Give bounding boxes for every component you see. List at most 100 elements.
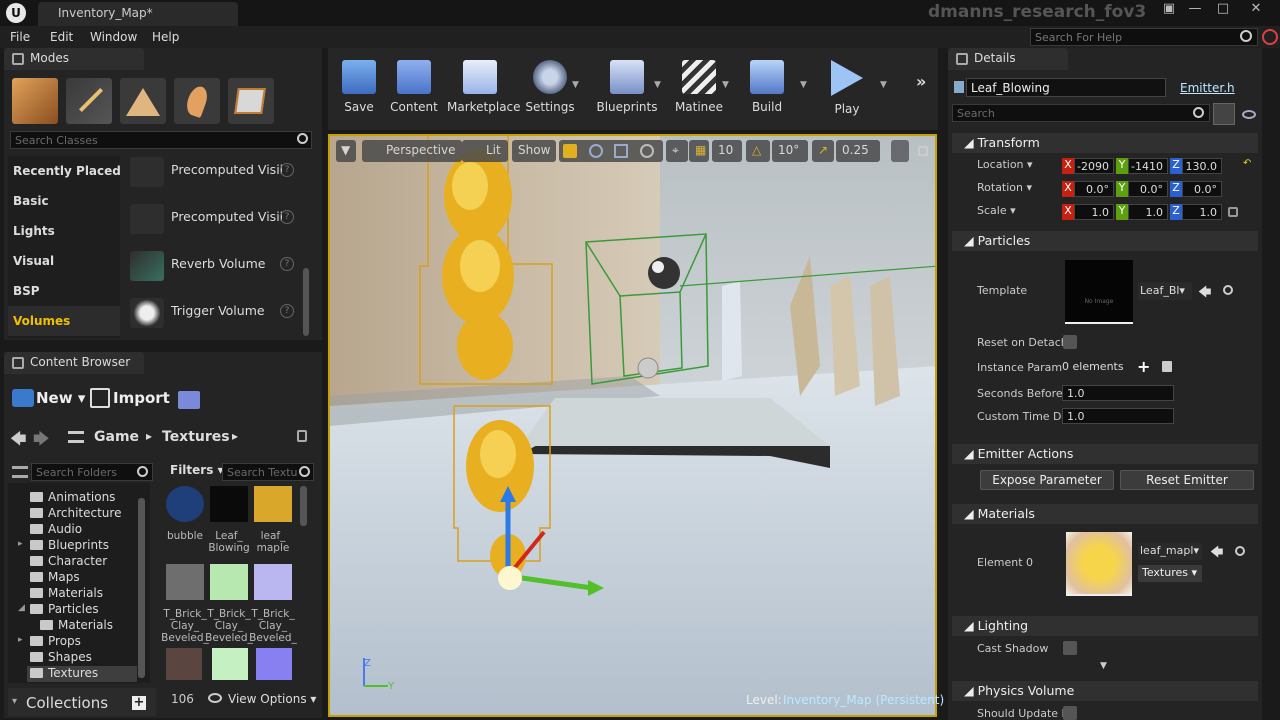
scale-y-field[interactable]: 1.0 bbox=[1128, 204, 1168, 220]
asset-scrollbar[interactable] bbox=[300, 486, 307, 526]
level-viewport[interactable]: Z Y bbox=[328, 134, 937, 717]
place-mode-button[interactable] bbox=[12, 78, 58, 124]
modes-scrollbar[interactable] bbox=[303, 268, 309, 336]
folder-scrollbar[interactable] bbox=[138, 498, 145, 678]
marketplace-button[interactable]: Marketplace bbox=[447, 58, 521, 118]
content-button[interactable]: Content bbox=[383, 58, 445, 118]
close-button[interactable]: ✕ bbox=[1245, 1, 1267, 19]
expand-arrow-icon[interactable]: ◢ bbox=[18, 603, 25, 613]
help-icon[interactable]: ? bbox=[280, 304, 294, 318]
folder-item[interactable]: Animations bbox=[30, 490, 115, 506]
folder-item[interactable]: Audio bbox=[30, 522, 82, 538]
location-x-field[interactable]: -2090 bbox=[1074, 158, 1114, 174]
add-element-button[interactable]: + bbox=[1137, 357, 1150, 376]
collapse-arrow-icon[interactable]: ▾ bbox=[12, 696, 17, 707]
folder-item[interactable]: Textures bbox=[30, 666, 98, 682]
blueprints-button[interactable]: Blueprints bbox=[594, 58, 660, 118]
location-label[interactable]: Location ▾ bbox=[977, 158, 1033, 171]
content-browser-tab[interactable]: Content Browser bbox=[4, 352, 144, 374]
asset-thumbnail[interactable] bbox=[254, 486, 292, 522]
category-bsp[interactable]: BSP bbox=[13, 284, 40, 298]
reset-emitter-button[interactable]: Reset Emitter bbox=[1120, 470, 1254, 490]
lock-icon[interactable] bbox=[297, 430, 307, 442]
folder-item[interactable]: Shapes bbox=[30, 650, 92, 666]
lit-button[interactable]: Lit bbox=[462, 140, 508, 162]
expand-arrow-icon[interactable]: ▸ bbox=[18, 539, 23, 549]
foliage-mode-button[interactable] bbox=[174, 78, 220, 124]
list-item[interactable]: Precomputed Visil? bbox=[130, 200, 310, 240]
textures-dropdown[interactable]: Textures ▾ bbox=[1138, 565, 1202, 582]
matinee-dropdown-icon[interactable]: ▼ bbox=[722, 80, 729, 90]
scale-snap-value[interactable]: 0.25 bbox=[836, 140, 880, 162]
world-space-icon[interactable] bbox=[640, 144, 654, 158]
emitter-actions-section[interactable]: ◢ Emitter Actions bbox=[952, 444, 1258, 464]
material-thumbnail[interactable] bbox=[1066, 532, 1132, 596]
template-thumbnail[interactable]: No Image bbox=[1065, 260, 1133, 324]
menu-file[interactable]: File bbox=[10, 30, 30, 44]
advanced-expand-icon[interactable]: ▼ bbox=[1100, 661, 1107, 671]
sources-panel-icon[interactable] bbox=[12, 466, 28, 478]
template-dropdown[interactable]: Leaf_Bl▾ bbox=[1138, 282, 1192, 300]
grid-snap-value[interactable]: 10 bbox=[712, 140, 742, 162]
viewport-options-button[interactable]: ▼ bbox=[336, 140, 356, 162]
use-selected-arrow-icon[interactable]: 🡄 bbox=[1210, 543, 1223, 565]
matinee-button[interactable]: Matinee bbox=[668, 58, 730, 118]
forward-arrow-icon[interactable]: 🡆 bbox=[33, 428, 50, 455]
perspective-button[interactable]: Perspective bbox=[362, 140, 462, 162]
folder-item[interactable]: Particles bbox=[30, 602, 99, 618]
show-button[interactable]: Show bbox=[512, 140, 557, 162]
translate-icon[interactable] bbox=[563, 144, 577, 158]
cast-shadow-checkbox[interactable] bbox=[1063, 641, 1077, 655]
trash-icon[interactable] bbox=[1162, 361, 1172, 372]
list-item[interactable]: Reverb Volume? bbox=[130, 247, 310, 287]
asset-thumbnail[interactable] bbox=[166, 486, 204, 522]
scale-icon[interactable] bbox=[614, 144, 628, 158]
play-dropdown-icon[interactable]: ▼ bbox=[880, 80, 887, 90]
category-lights[interactable]: Lights bbox=[13, 224, 55, 238]
folder-item[interactable]: Materials bbox=[30, 586, 103, 602]
folder-item[interactable]: Architecture bbox=[30, 506, 121, 522]
document-tab[interactable]: Inventory_Map* bbox=[38, 2, 238, 26]
breadcrumb-textures[interactable]: Textures bbox=[162, 429, 230, 445]
folder-item[interactable]: Character bbox=[30, 554, 107, 570]
save-button[interactable]: Save bbox=[328, 58, 390, 118]
menu-help[interactable]: Help bbox=[152, 30, 179, 44]
geometry-mode-button[interactable] bbox=[228, 78, 274, 124]
location-y-field[interactable]: -1410 bbox=[1128, 158, 1168, 174]
rotation-z-field[interactable]: 0.0° bbox=[1182, 181, 1222, 197]
browse-icon[interactable] bbox=[1235, 546, 1245, 556]
asset-thumbnail[interactable] bbox=[254, 564, 292, 600]
rotation-y-field[interactable]: 0.0° bbox=[1128, 181, 1168, 197]
search-icon[interactable] bbox=[1240, 30, 1252, 42]
settings-dropdown-icon[interactable]: ▼ bbox=[572, 80, 579, 90]
minimize-button[interactable]: — bbox=[1184, 1, 1206, 19]
scale-z-field[interactable]: 1.0 bbox=[1182, 204, 1222, 220]
expose-parameter-button[interactable]: Expose Parameter bbox=[980, 470, 1114, 490]
property-matrix-icon[interactable] bbox=[1213, 103, 1235, 125]
help-icon[interactable]: ? bbox=[280, 257, 294, 271]
category-recently-placed[interactable]: Recently Placed bbox=[13, 164, 121, 178]
menu-window[interactable]: Window bbox=[90, 30, 137, 44]
rotate-icon[interactable] bbox=[589, 144, 603, 158]
help-search-input[interactable]: Search For Help bbox=[1030, 28, 1258, 46]
particles-section[interactable]: ◢ Particles bbox=[952, 231, 1258, 251]
modes-tab[interactable]: Modes bbox=[4, 48, 144, 70]
folder-item[interactable]: Maps bbox=[30, 570, 80, 586]
asset-thumbnail[interactable] bbox=[210, 486, 248, 522]
lighting-section[interactable]: ◢ Lighting bbox=[952, 616, 1258, 636]
details-search-input[interactable]: Search bbox=[952, 104, 1210, 122]
asset-thumbnail[interactable] bbox=[166, 564, 204, 600]
eye-icon[interactable] bbox=[1242, 110, 1256, 119]
list-item[interactable]: Precomputed Visil? bbox=[130, 153, 310, 193]
filters-button[interactable]: Filters ▾ bbox=[170, 463, 224, 477]
transform-section[interactable]: ◢ Transform bbox=[952, 133, 1258, 153]
expand-arrow-icon[interactable]: ▸ bbox=[18, 635, 23, 645]
browse-icon[interactable] bbox=[1223, 285, 1233, 295]
rotation-snap-icon[interactable]: △ bbox=[746, 140, 770, 162]
actor-source-link[interactable]: Emitter.h bbox=[1180, 81, 1235, 95]
custom-time-field[interactable]: 1.0 bbox=[1062, 408, 1174, 424]
should-update-checkbox[interactable] bbox=[1063, 706, 1077, 720]
category-volumes[interactable]: Volumes bbox=[13, 314, 70, 328]
import-button[interactable]: Import bbox=[113, 389, 170, 407]
search-classes-input[interactable]: Search Classes bbox=[10, 131, 312, 149]
